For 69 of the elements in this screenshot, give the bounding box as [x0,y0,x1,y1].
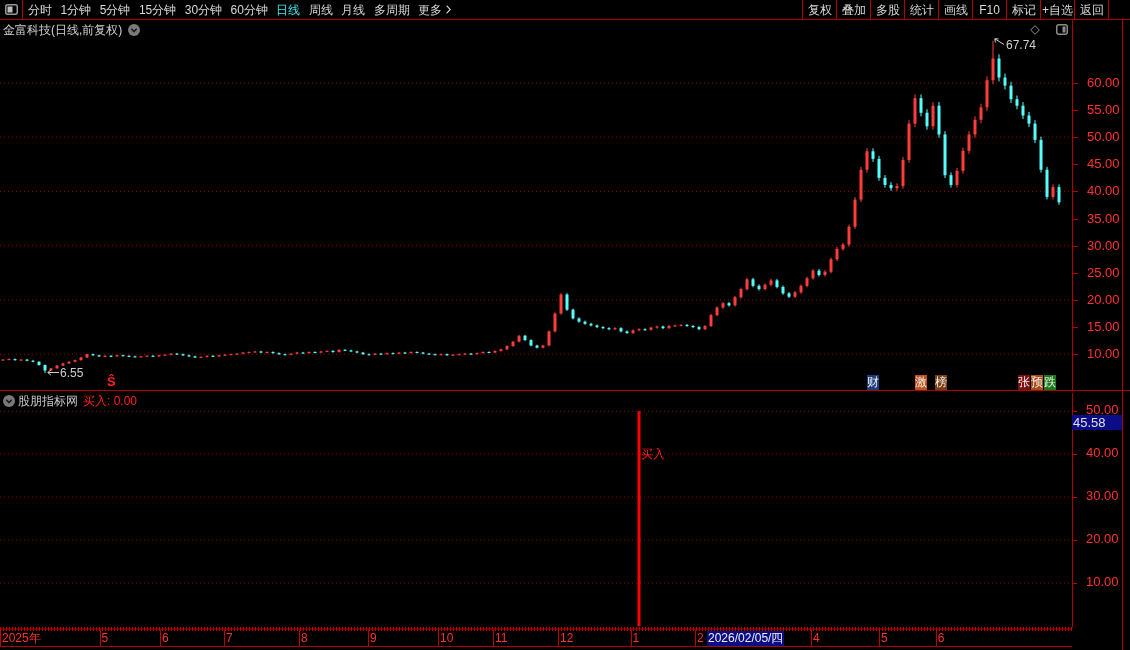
event-tag: 财 [867,375,879,390]
chart-title: 金富科技(日线,前复权) [3,22,123,38]
axis-label: 7 [226,631,233,646]
period-tab[interactable]: 月线 [341,1,366,18]
period-tab[interactable]: 1分钟 [60,1,92,18]
period-tab[interactable]: 5分钟 [99,1,131,18]
axis-label: 6 [162,631,169,646]
event-tag: 跌 [1044,375,1056,390]
axis-label: 30.00 [1086,489,1119,504]
toolbar-button[interactable]: 复权 [802,0,836,19]
cursor-date-label: 2026/02/05/四 [707,631,785,646]
diamond-icon[interactable] [1030,25,1040,35]
event-tag: 张 [1018,375,1030,390]
period-tab[interactable]: 分时 [28,1,52,18]
axis-label: 10.00 [1087,346,1120,363]
indicator-reading: 买入: 0.00 [83,393,138,409]
axis-label: 45.00 [1087,156,1120,173]
toolbar-button[interactable]: 叠加 [836,0,870,19]
toolbar-button[interactable]: +自选 [1040,0,1074,19]
axis-label: 8 [301,631,308,646]
period-tab[interactable]: 日线 [276,1,301,18]
bar-label: 买入 [641,447,665,462]
panel-icon [4,4,18,15]
axis-label: 1 [632,631,640,646]
axis-label: 10 [440,631,454,646]
axis-label: 5 [101,631,109,646]
axis-label: 40.00 [1087,183,1120,200]
signal-marker: Ŝ [107,374,116,390]
axis-label: 6 [937,631,945,646]
axis-label: 11 [495,631,508,646]
toolbar-button[interactable]: 统计 [904,0,938,19]
axis-label: 50.00 [1087,129,1120,146]
chevron-right-icon [446,5,452,14]
toolbar-button[interactable]: 返回 [1074,0,1109,19]
axis-label: 10.00 [1086,575,1119,590]
axis-label: 12 [560,631,574,646]
event-tag: 榜 [935,375,947,390]
event-tag: 激 [915,375,927,390]
period-tab[interactable]: 60分钟 [230,1,268,18]
axis-label: 30.00 [1087,237,1120,254]
axis-label: 50.00 [1086,403,1119,418]
dropdown-icon[interactable] [128,24,141,36]
more-button[interactable]: 更多 [418,1,452,18]
period-tab[interactable]: 多周期 [373,1,410,18]
axis-label: 60.00 [1087,74,1120,91]
axis-label: 9 [370,631,377,646]
period-tab[interactable]: 15分钟 [138,1,177,18]
cursor-value-label: 45.58 [1072,415,1122,430]
axis-label: 5 [881,631,888,646]
axis-label: 55.00 [1087,102,1120,119]
toolbar-button[interactable]: 画线 [938,0,972,19]
axis-label: 15.00 [1087,319,1120,336]
indicator-name: 股朋指标网 [18,393,78,409]
axis-label: 4 [813,631,820,646]
axis-label: 20.00 [1086,532,1119,547]
period-tab[interactable]: 周线 [308,1,333,18]
axis-label: 35.00 [1087,210,1120,227]
axis-label: 2 [697,631,704,646]
axis-label: 20.00 [1087,291,1120,308]
axis-label: 25.00 [1087,264,1120,281]
event-tag: 预 [1031,375,1043,390]
toolbar-button[interactable]: 多股 [870,0,904,19]
period-tab[interactable]: 30分钟 [184,1,223,18]
axis-label: 2025年 [2,631,41,646]
toolbar-button[interactable]: 标记 [1006,0,1040,19]
axis-label: 40.00 [1086,446,1119,461]
panel-icon[interactable] [1056,24,1068,35]
toolbar-button[interactable]: F10 [972,0,1006,19]
dropdown-icon[interactable] [3,395,15,407]
